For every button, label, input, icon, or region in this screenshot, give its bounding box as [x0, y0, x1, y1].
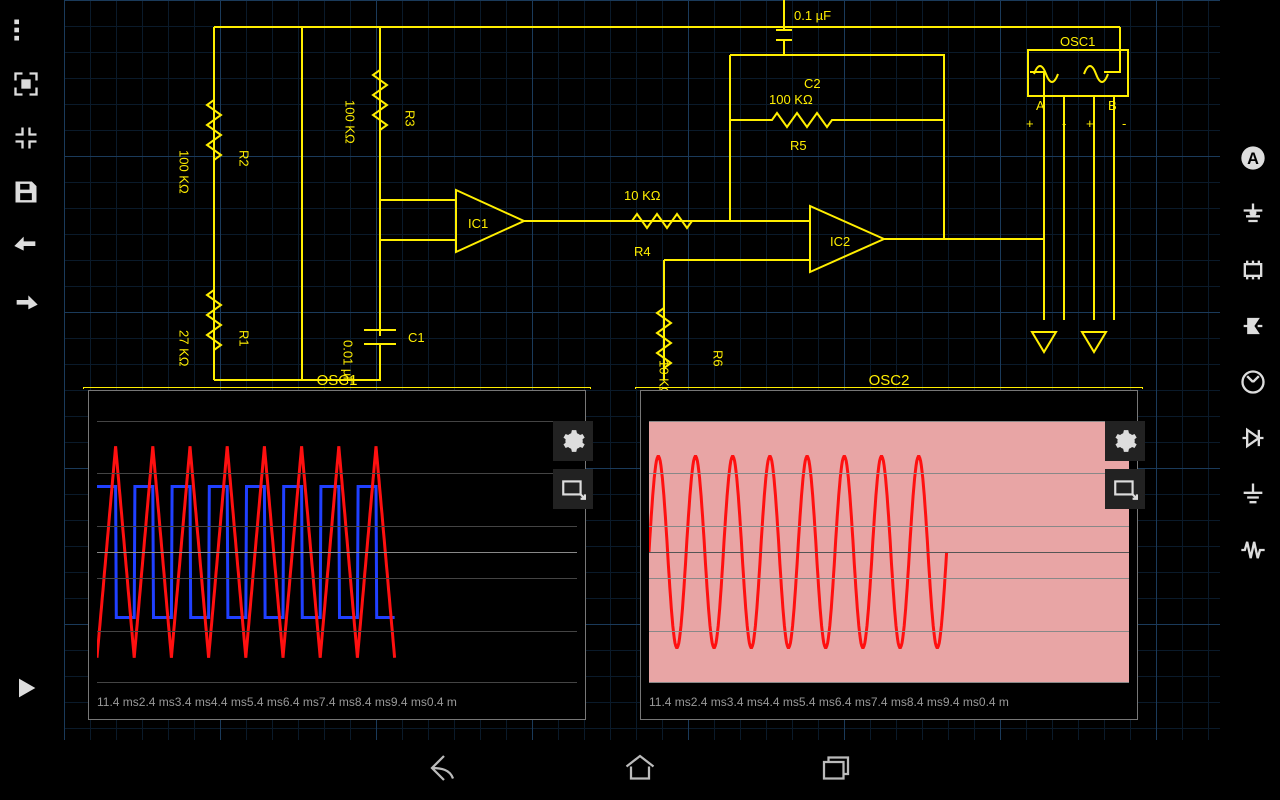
diode-tool[interactable]: [1237, 422, 1269, 454]
ground2-tool[interactable]: [1237, 478, 1269, 510]
osc2-settings-button[interactable]: [1105, 421, 1145, 461]
nav-back-button[interactable]: [426, 750, 462, 791]
meter-tool[interactable]: [1237, 366, 1269, 398]
svg-text:A: A: [1247, 150, 1259, 168]
osc1-settings-button[interactable]: [553, 421, 593, 461]
left-toolbar: [0, 0, 52, 740]
redo-button[interactable]: [10, 284, 42, 316]
oscilloscope-2[interactable]: OSC2 11.4 ms2.4 ms3.4 ms4.4 ms5.4 ms6.4 …: [640, 390, 1138, 720]
oscilloscope-1[interactable]: OSC1 11.4 ms2.4 ms3.4 ms4.4 ms5.4 ms6.4 …: [88, 390, 586, 720]
osc1-expand-button[interactable]: [553, 469, 593, 509]
osc2-plot[interactable]: [649, 421, 1129, 683]
workspace[interactable]: A: [0, 0, 1280, 740]
signal-tool[interactable]: [1237, 534, 1269, 566]
undo-button[interactable]: [10, 230, 42, 262]
nav-home-button[interactable]: [622, 750, 658, 791]
osc1-title: OSC1: [317, 372, 358, 389]
right-toolbar: A: [1226, 0, 1280, 740]
osc1-plot[interactable]: [97, 421, 577, 683]
fit-button[interactable]: [10, 122, 42, 154]
source-tool[interactable]: [1237, 310, 1269, 342]
osc2-title: OSC2: [869, 372, 910, 389]
osc1-xaxis: 11.4 ms2.4 ms3.4 ms4.4 ms5.4 ms6.4 ms7.4…: [97, 695, 577, 713]
menu-button[interactable]: [10, 14, 42, 46]
play-button[interactable]: [10, 672, 42, 704]
nav-recent-button[interactable]: [818, 750, 854, 791]
android-navbar: [0, 740, 1280, 800]
ic-tool[interactable]: [1237, 254, 1269, 286]
osc2-xaxis: 11.4 ms2.4 ms3.4 ms4.4 ms5.4 ms6.4 ms7.4…: [649, 695, 1129, 713]
ground-tool[interactable]: [1237, 198, 1269, 230]
save-button[interactable]: [10, 176, 42, 208]
fullscreen-button[interactable]: [10, 68, 42, 100]
ammeter-tool[interactable]: A: [1237, 142, 1269, 174]
osc2-expand-button[interactable]: [1105, 469, 1145, 509]
